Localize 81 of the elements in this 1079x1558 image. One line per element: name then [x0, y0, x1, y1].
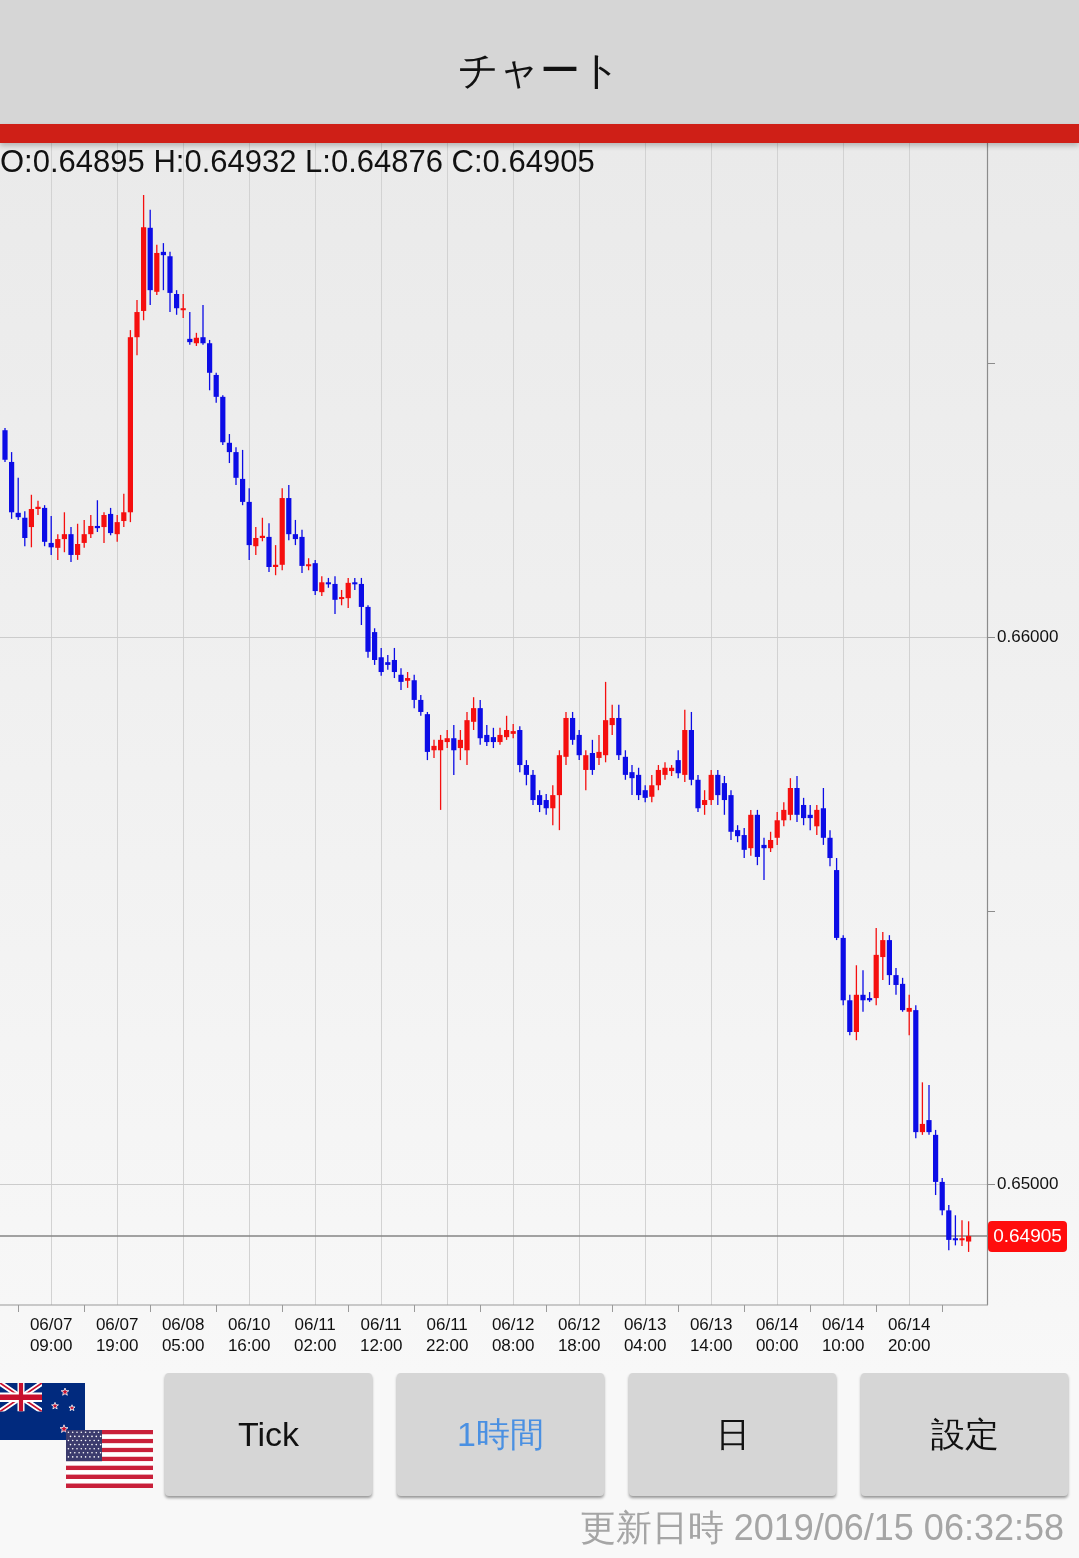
candlestick [649, 774, 655, 803]
candlestick [114, 514, 120, 543]
candlestick [240, 449, 246, 506]
last-updated-text: 更新日時 2019/06/15 06:32:58 [579, 1507, 1064, 1549]
candlestick [781, 801, 787, 827]
price-axis-label: 0.66000 [997, 626, 1059, 648]
candlestick [55, 533, 61, 561]
candlestick [332, 575, 338, 615]
time-axis-label: 06/07 19:00 [95, 1314, 139, 1356]
candlestick [444, 729, 450, 749]
candlestick [174, 289, 180, 316]
time-axis-label: 06/11 02:00 [293, 1314, 337, 1356]
time-axis-label: 06/13 04:00 [623, 1314, 667, 1356]
time-axis-label: 06/12 08:00 [491, 1314, 535, 1356]
candlestick [589, 739, 595, 776]
ohlc-readout: O:0.64895 H:0.64932 L:0.64876 C:0.64905 [0, 144, 595, 180]
candlestick [702, 789, 708, 816]
candlestick [108, 507, 114, 536]
timeframe-tab[interactable]: Tick [165, 1373, 372, 1496]
candlestick [345, 577, 351, 609]
candlestick [213, 372, 219, 404]
candlestick [741, 827, 747, 859]
candlestick [253, 526, 259, 556]
candlestick [75, 523, 81, 561]
candlestick [490, 727, 496, 749]
candlestick [226, 433, 232, 464]
candlestick [609, 704, 615, 736]
candlestick [675, 749, 681, 779]
candlestick [28, 494, 34, 548]
time-axis-label: 06/14 10:00 [821, 1314, 865, 1356]
candlestick [583, 749, 589, 791]
time-axis-label: 06/08 05:00 [161, 1314, 205, 1356]
candlestick [411, 674, 417, 709]
candlestick [451, 724, 457, 776]
candlestick [952, 1214, 958, 1247]
candlestick [576, 729, 582, 761]
candlestick [68, 526, 74, 563]
candlestick [906, 994, 912, 1036]
current-price-badge: 0.64905 [988, 1220, 1067, 1252]
candlestick [35, 500, 41, 516]
price-axis-label: 0.65000 [997, 1173, 1059, 1196]
candlestick [61, 511, 67, 553]
time-axis-label: 06/07 09:00 [29, 1314, 73, 1356]
candlestick [543, 793, 549, 816]
candlestick [418, 694, 424, 717]
candlestick [259, 517, 265, 542]
candlestick [768, 831, 774, 853]
candlestick [774, 811, 780, 846]
candlestick [180, 293, 186, 319]
time-axis-label: 06/11 12:00 [359, 1314, 403, 1356]
new-zealand-flag-icon[interactable] [0, 1383, 85, 1440]
time-axis-label: 06/11 22:00 [425, 1314, 469, 1356]
candlestick [358, 577, 364, 626]
settings-button[interactable]: 設定 [861, 1373, 1068, 1496]
candlestick [391, 647, 397, 679]
candlestick [22, 510, 28, 547]
candlestick [101, 511, 107, 544]
candlestick [88, 514, 94, 539]
candlestick [550, 784, 556, 826]
candlestick [200, 304, 206, 346]
candlestick [121, 493, 127, 528]
candlestick [81, 519, 87, 549]
time-axis-label: 06/14 20:00 [887, 1314, 931, 1356]
time-axis-label: 06/12 18:00 [557, 1314, 601, 1356]
time-axis-label: 06/10 16:00 [227, 1314, 271, 1356]
candlestick [398, 667, 404, 691]
screen-title: チャート [458, 47, 621, 94]
candlestick [919, 1081, 925, 1136]
candlestick [926, 1084, 932, 1136]
candlestick [319, 575, 325, 597]
candlestick [814, 804, 820, 836]
candlestick [570, 711, 576, 746]
timeframe-tab[interactable]: 日 [629, 1373, 836, 1496]
time-axis-label: 06/13 14:00 [689, 1314, 733, 1356]
us-flag-icon[interactable] [66, 1430, 153, 1488]
candlestick [715, 769, 721, 806]
candlestick [827, 829, 833, 867]
candlestick [273, 544, 279, 576]
candlestick [523, 759, 529, 786]
candlestick [94, 499, 100, 533]
time-axis-label: 06/14 00:00 [755, 1314, 799, 1356]
